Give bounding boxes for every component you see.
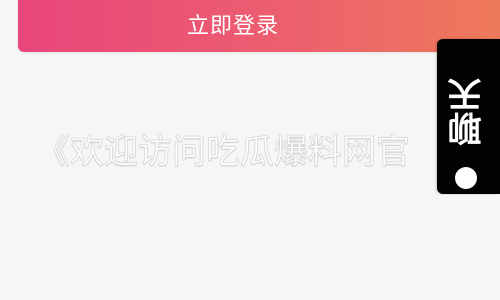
login-button-label: 立即登录 [186, 14, 279, 39]
chat-label: 聊天 [448, 78, 488, 146]
chat-dot-icon [455, 167, 477, 189]
login-button[interactable]: 立即登录 [18, 0, 500, 52]
welcome-marquee-text: 《欢迎访问吃瓜爆料网官 [36, 132, 411, 173]
chat-tab[interactable]: 聊天 [437, 39, 500, 194]
